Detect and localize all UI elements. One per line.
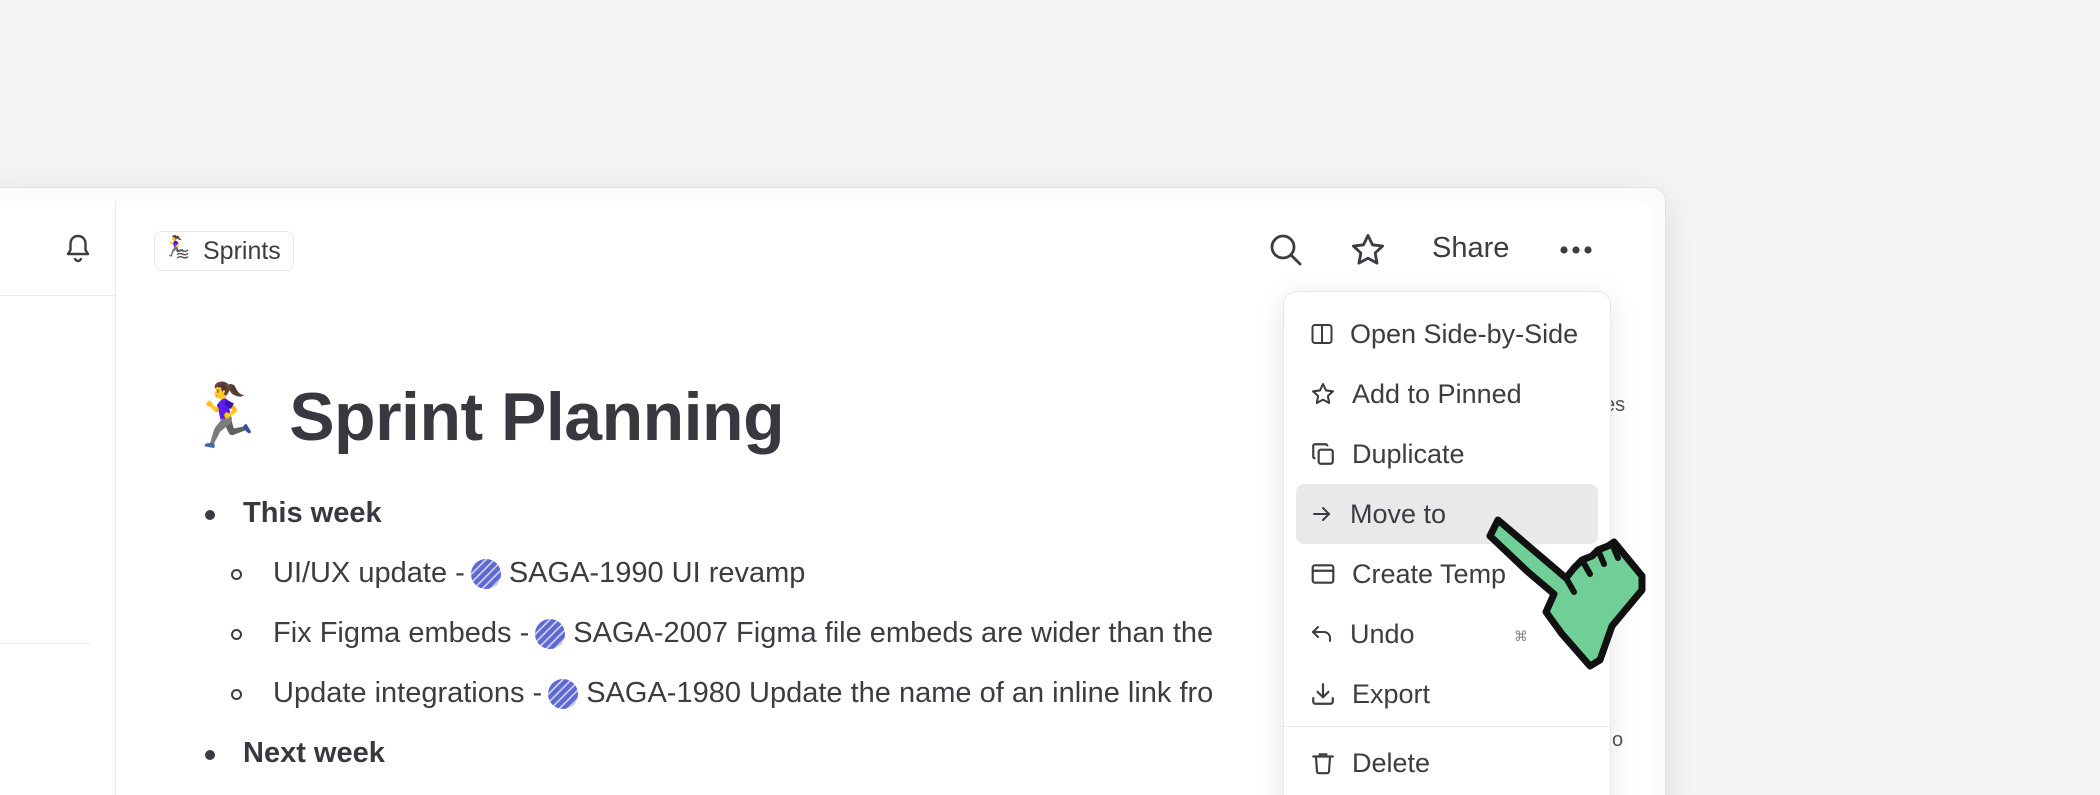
- list-item[interactable]: UI/UX update - SAGA-1990 UI revamp: [273, 557, 805, 590]
- sub-bullet: [231, 569, 242, 580]
- issue-link[interactable]: SAGA-2007 Figma file embeds are wider th…: [573, 617, 1213, 650]
- page-title: 🏃‍♀️ Sprint Planning: [186, 378, 785, 456]
- trash-icon: [1312, 753, 1334, 775]
- sub-bullet: [231, 629, 242, 640]
- arrow-right-icon: [1313, 507, 1330, 521]
- sidebar: [0, 201, 116, 795]
- more-options-icon[interactable]: [1552, 226, 1600, 274]
- breadcrumb[interactable]: 🏃‍♀️ ≋ Sprints: [154, 231, 294, 271]
- share-button[interactable]: Share: [1432, 232, 1509, 265]
- list-item[interactable]: Fix Figma embeds - SAGA-2007 Figma file …: [273, 617, 1213, 650]
- pointing-hand-cursor-icon: [1486, 516, 1646, 670]
- page-title-text: Sprint Planning: [289, 379, 785, 455]
- menu-item-export[interactable]: Export: [1296, 664, 1598, 724]
- menu-item-open-side-by-side[interactable]: Open Side-by-Side: [1296, 304, 1598, 364]
- notifications-bell-icon[interactable]: [62, 232, 94, 264]
- menu-item-add-to-pinned[interactable]: Add to Pinned: [1296, 364, 1598, 424]
- item-prefix: UI/UX update -: [273, 557, 465, 589]
- menu-item-duplicate[interactable]: Duplicate: [1296, 424, 1598, 484]
- sub-bullet: [231, 689, 242, 700]
- item-prefix: Update integrations -: [273, 677, 543, 709]
- breadcrumb-label: Sprints: [203, 236, 281, 265]
- list-item[interactable]: Update integrations - SAGA-1980 Update t…: [273, 677, 1213, 710]
- background-text-fragment: o: [1612, 729, 1624, 751]
- linear-issue-icon: [535, 618, 566, 649]
- bullet: [205, 750, 215, 760]
- next-week-heading: Next week: [243, 737, 385, 769]
- sidebar-divider: [0, 295, 115, 296]
- this-week-heading: This week: [243, 497, 382, 529]
- issue-link[interactable]: SAGA-1980 Update the name of an inline l…: [586, 677, 1213, 710]
- sprints-page-icon: 🏃‍♀️ ≋: [163, 236, 191, 264]
- item-prefix: Fix Figma embeds -: [273, 617, 530, 649]
- list-item[interactable]: Next week: [243, 737, 385, 770]
- sidebar-divider: [0, 643, 90, 644]
- linear-issue-icon: [470, 558, 501, 589]
- search-icon[interactable]: [1262, 226, 1310, 274]
- list-item[interactable]: This week: [243, 497, 382, 530]
- star-icon: [1312, 383, 1334, 405]
- duplicate-icon: [1312, 443, 1334, 465]
- menu-divider: [1284, 726, 1610, 727]
- undo-icon: [1312, 626, 1331, 642]
- template-icon: [1311, 564, 1335, 584]
- bullet: [205, 510, 215, 520]
- split-view-icon: [1311, 324, 1333, 344]
- menu-item-delete[interactable]: Delete: [1296, 733, 1598, 793]
- linear-issue-icon: [548, 678, 579, 709]
- issue-link[interactable]: SAGA-1990 UI revamp: [509, 557, 806, 590]
- page-emoji: 🏃‍♀️: [186, 382, 264, 451]
- export-icon: [1312, 683, 1334, 705]
- star-icon[interactable]: [1344, 226, 1392, 274]
